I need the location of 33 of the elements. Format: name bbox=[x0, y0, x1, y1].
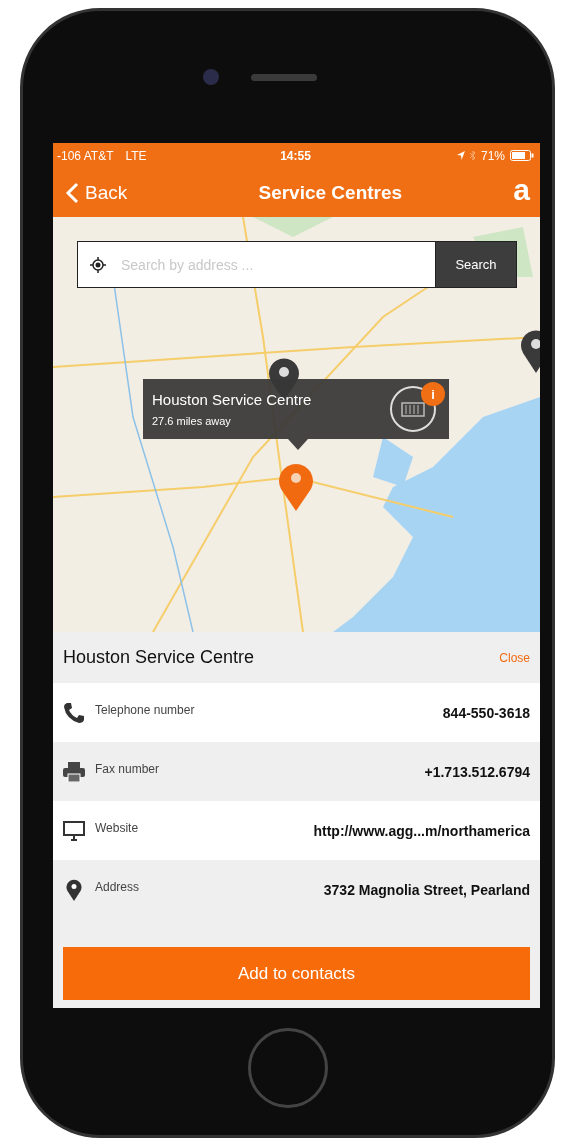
carrier-text: -106 AT&T bbox=[57, 148, 114, 163]
details-title: Houston Service Centre bbox=[63, 647, 255, 668]
field-value: 844-550-3618 bbox=[442, 704, 530, 721]
screen-title: Service Centres bbox=[258, 181, 403, 204]
bluetooth-icon bbox=[469, 150, 476, 161]
monitor-icon bbox=[63, 820, 85, 841]
time-text: 14:55 bbox=[280, 148, 311, 163]
field-value: 3732 Magnolia Street, Pearland bbox=[323, 881, 530, 898]
battery-percent: 71% bbox=[480, 148, 505, 163]
field-label: Telephone number bbox=[95, 702, 195, 717]
locate-icon[interactable] bbox=[90, 256, 106, 273]
field-label: Address bbox=[95, 879, 140, 894]
callout-title: Houston Service Centre bbox=[152, 391, 312, 408]
field-label: Website bbox=[95, 820, 139, 835]
field-value: http://www.agg...m/northamerica bbox=[313, 822, 530, 839]
logo-letter: a bbox=[513, 174, 530, 205]
search-button[interactable]: Search bbox=[435, 241, 517, 288]
distance-text: 27.6 miles away bbox=[152, 415, 232, 427]
field-value: +1.713.512.6794 bbox=[424, 763, 530, 780]
speaker-icon bbox=[251, 73, 317, 81]
chevron-left-icon bbox=[65, 181, 79, 204]
battery-icon bbox=[510, 150, 534, 161]
phone-icon bbox=[63, 701, 85, 724]
network-text: LTE bbox=[125, 148, 147, 163]
printer-icon bbox=[63, 761, 85, 782]
callout-pointer bbox=[288, 439, 308, 450]
detail-row[interactable]: Website http://www.agg...m/northamerica bbox=[53, 801, 540, 860]
detail-row[interactable]: Telephone number 844-550-3618 bbox=[53, 683, 540, 742]
field-label: Fax number bbox=[95, 761, 160, 776]
lake-area bbox=[373, 437, 413, 487]
location-arrow-icon bbox=[456, 151, 465, 160]
building-icon bbox=[389, 385, 437, 433]
camera-icon bbox=[203, 69, 219, 85]
